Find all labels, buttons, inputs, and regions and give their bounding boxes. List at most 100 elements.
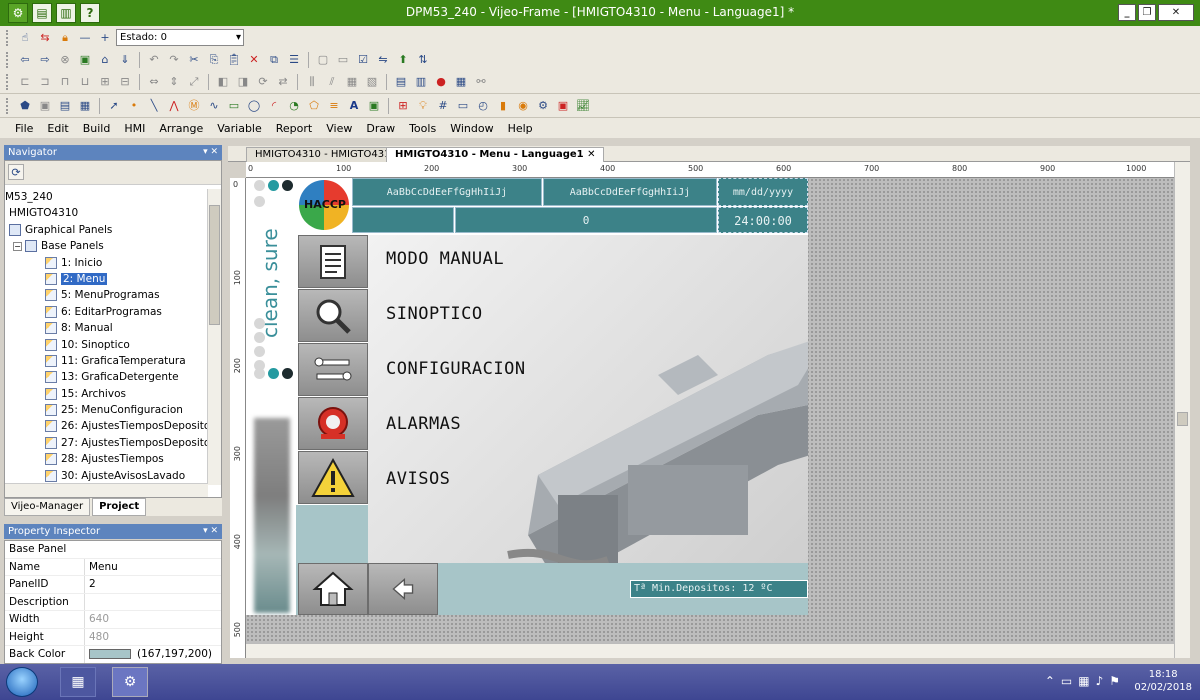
- bring-front-icon[interactable]: ◧: [214, 73, 232, 91]
- same-size-icon[interactable]: ⤢: [185, 73, 203, 91]
- tree-item-panel[interactable]: 30: AjusteAvisosLavado: [5, 468, 208, 484]
- font-sample-field-1[interactable]: AaBbCcDdEeFfGgHhIiJj: [352, 178, 542, 206]
- property-value[interactable]: 640: [85, 611, 221, 628]
- plus-icon[interactable]: +: [96, 29, 114, 47]
- navigator-vscroll[interactable]: [207, 189, 221, 485]
- cut-icon[interactable]: ✂: [185, 51, 203, 69]
- compare-icon[interactable]: ⇋: [374, 51, 392, 69]
- ungroup-icon[interactable]: ▧: [363, 73, 381, 91]
- battery-icon[interactable]: ▭: [1061, 674, 1072, 688]
- picture-icon[interactable]: ▣: [365, 97, 383, 115]
- pointer-icon[interactable]: ☝: [16, 29, 34, 47]
- same-height-icon[interactable]: ⇕: [165, 73, 183, 91]
- switch-icon[interactable]: ⊞: [394, 97, 412, 115]
- check-icon[interactable]: ☑: [354, 51, 372, 69]
- grid-icon[interactable]: ▤: [392, 73, 410, 91]
- select-arrow-icon[interactable]: ➚: [105, 97, 123, 115]
- property-row[interactable]: PanelID 2: [5, 576, 221, 594]
- tree-item-panel[interactable]: 26: AjustesTiemposDepositos1: [5, 418, 208, 434]
- calculator-icon[interactable]: ▦: [60, 667, 96, 697]
- arrow-up-icon[interactable]: ⌃: [1045, 674, 1055, 688]
- tree-item-panel[interactable]: 15: Archivos: [5, 386, 208, 402]
- bar-graph-icon[interactable]: ▮: [494, 97, 512, 115]
- minus-icon[interactable]: —: [76, 29, 94, 47]
- close-button[interactable]: ✕: [1158, 4, 1194, 21]
- refresh-icon[interactable]: ⟳: [8, 164, 24, 180]
- property-value[interactable]: [85, 594, 221, 611]
- property-value[interactable]: 480: [85, 629, 221, 646]
- tree-item-panel[interactable]: 28: AjustesTiempos: [5, 451, 208, 467]
- estado-select[interactable]: Estado: 0: [116, 29, 244, 46]
- time-field[interactable]: 24:00:00: [718, 207, 808, 233]
- property-row[interactable]: Back Color (167,197,200): [5, 646, 221, 663]
- menu-report[interactable]: Report: [269, 122, 319, 135]
- align-middle-icon[interactable]: ⊞: [96, 73, 114, 91]
- pie-icon[interactable]: ◔: [285, 97, 303, 115]
- new-panel-icon[interactable]: ▣: [76, 51, 94, 69]
- meter-icon[interactable]: ◴: [474, 97, 492, 115]
- property-inspector-controls[interactable]: ▾ ✕: [203, 524, 218, 539]
- avisos-button[interactable]: [298, 451, 368, 504]
- tree-item-graphical-panels[interactable]: Graphical Panels: [5, 222, 208, 238]
- forward-arrow-icon[interactable]: ⇨: [36, 51, 54, 69]
- menu-window[interactable]: Window: [443, 122, 500, 135]
- property-row[interactable]: Width 640: [5, 611, 221, 629]
- tree-item-panel[interactable]: 13: GraficaDetergente: [5, 369, 208, 385]
- tree-item-panel[interactable]: 8: Manual: [5, 320, 208, 336]
- configuracion-button[interactable]: [298, 343, 368, 396]
- home-icon[interactable]: ⌂: [96, 51, 114, 69]
- menu-file[interactable]: File: [8, 122, 40, 135]
- properties-icon[interactable]: ☰: [285, 51, 303, 69]
- undo-icon[interactable]: ↶: [145, 51, 163, 69]
- send-back-icon[interactable]: ◨: [234, 73, 252, 91]
- library-icon[interactable]: ▦: [452, 73, 470, 91]
- binoculars-icon[interactable]: ⚯: [472, 73, 490, 91]
- wave-icon[interactable]: ∿: [205, 97, 223, 115]
- table-icon[interactable]: ▦: [76, 97, 94, 115]
- menu-draw[interactable]: Draw: [359, 122, 402, 135]
- menu-help[interactable]: Help: [501, 122, 540, 135]
- redo-icon[interactable]: ↷: [165, 51, 183, 69]
- toolbar-grip[interactable]: [6, 97, 10, 114]
- color-swatch[interactable]: [89, 649, 131, 659]
- property-row[interactable]: Description: [5, 593, 221, 611]
- restore-button[interactable]: ❐: [1138, 4, 1156, 21]
- space-h-icon[interactable]: ⫼: [303, 73, 321, 91]
- doc-tab-menu[interactable]: HMIGTO4310 - Menu - Language1 ✕: [386, 147, 605, 162]
- menu-view[interactable]: View: [319, 122, 359, 135]
- document-vscroll[interactable]: [1174, 162, 1190, 658]
- align-right-icon[interactable]: ⊓: [56, 73, 74, 91]
- alarmas-button[interactable]: [298, 397, 368, 450]
- lock-icon[interactable]: 🔒︎: [56, 29, 74, 47]
- menu-arrange[interactable]: Arrange: [152, 122, 210, 135]
- toolbar-grip[interactable]: [6, 73, 10, 90]
- navigator-hscroll[interactable]: [5, 483, 208, 497]
- property-value-color[interactable]: (167,197,200): [85, 646, 221, 663]
- sinoptico-button[interactable]: [298, 289, 368, 342]
- property-value[interactable]: Menu: [85, 559, 221, 576]
- export-icon[interactable]: ⬆: [394, 51, 412, 69]
- menu-edit[interactable]: Edit: [40, 122, 75, 135]
- same-width-icon[interactable]: ⇔: [145, 73, 163, 91]
- font-sample-field-2[interactable]: AaBbCcDdEeFfGgHhIiJj: [543, 178, 717, 206]
- transfer-icon[interactable]: ⇅: [414, 51, 432, 69]
- text-icon[interactable]: A: [345, 97, 363, 115]
- panel-view-icon[interactable]: ▥: [412, 73, 430, 91]
- arc-icon[interactable]: ◜: [265, 97, 283, 115]
- star-icon[interactable]: ⬠: [305, 97, 323, 115]
- collapse-icon[interactable]: −: [13, 241, 22, 251]
- flag-icon[interactable]: ⚑: [1109, 674, 1120, 688]
- open-icon[interactable]: ▭: [334, 51, 352, 69]
- knob-icon[interactable]: ◉: [514, 97, 532, 115]
- tree-item-hmi[interactable]: HMIGTO4310: [5, 205, 208, 221]
- record-icon[interactable]: ●: [432, 73, 450, 91]
- document-icon[interactable]: ▢: [314, 51, 332, 69]
- document-hscroll[interactable]: [246, 643, 1174, 658]
- volume-icon[interactable]: ♪: [1096, 674, 1104, 688]
- scroll-thumb[interactable]: [209, 205, 220, 325]
- menu-tools[interactable]: Tools: [402, 122, 443, 135]
- download-icon[interactable]: ⇓: [116, 51, 134, 69]
- navigator-controls[interactable]: ▾ ✕: [203, 145, 218, 160]
- save-panel-icon[interactable]: ▤: [56, 97, 74, 115]
- space-v-icon[interactable]: ⫽: [323, 73, 341, 91]
